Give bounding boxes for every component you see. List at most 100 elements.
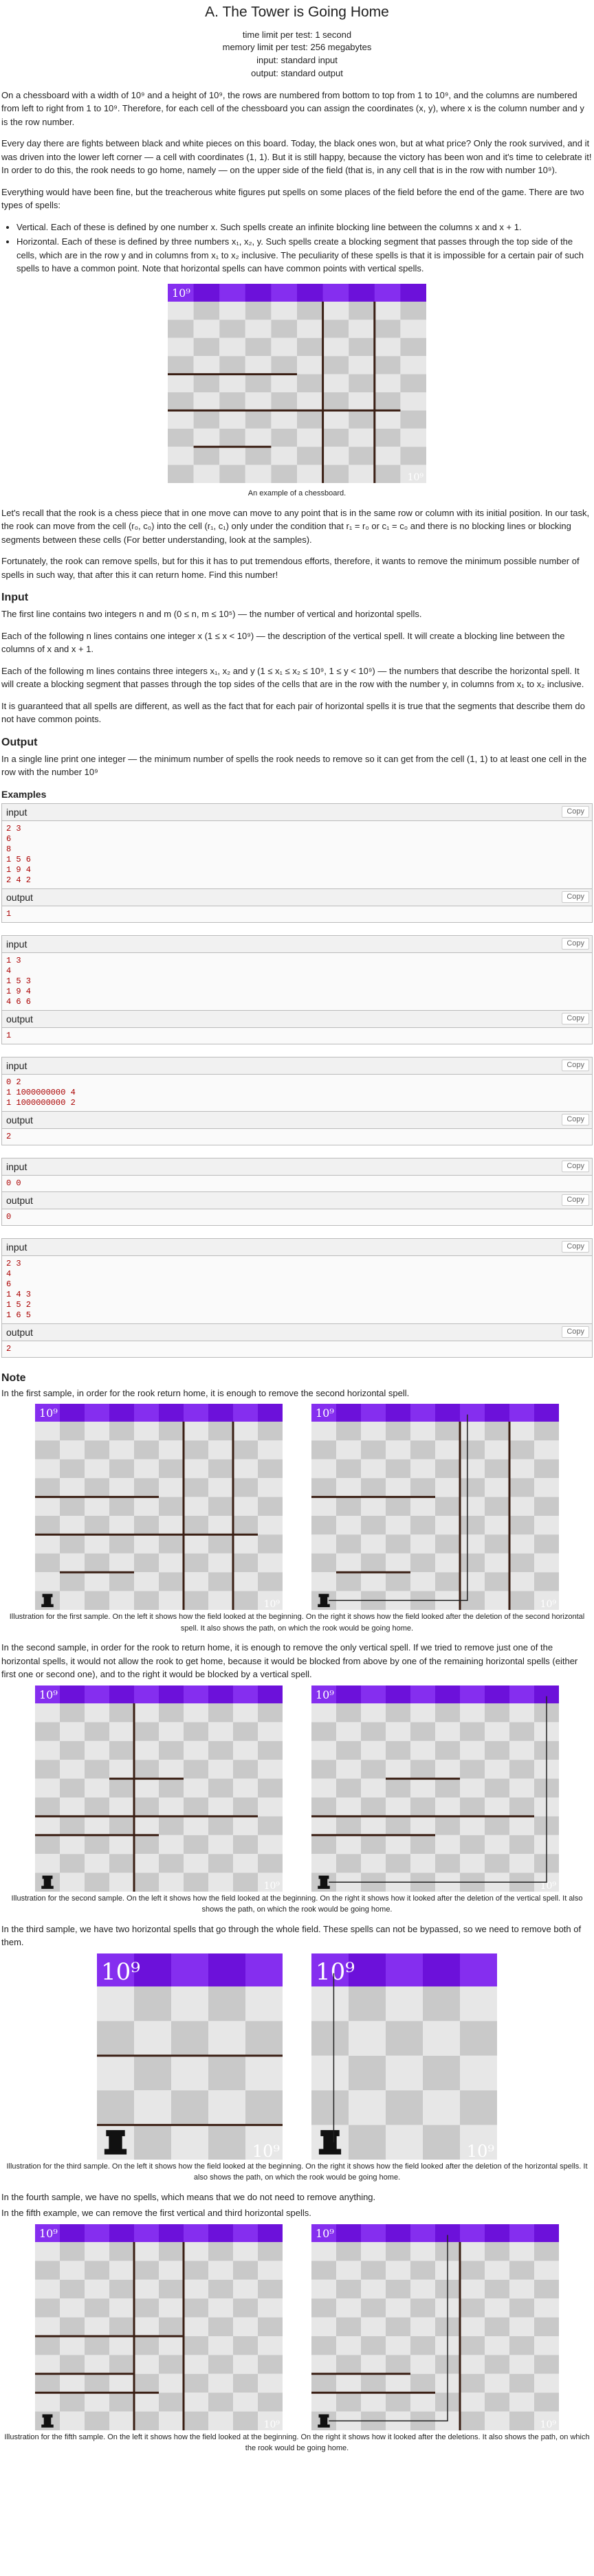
copy-button[interactable]: Copy xyxy=(562,1160,589,1172)
board-cell xyxy=(60,1591,85,1611)
example-output[interactable]: 2 xyxy=(2,1341,592,1357)
example-output[interactable]: 0 xyxy=(2,1209,592,1225)
copy-button[interactable]: Copy xyxy=(562,805,589,818)
board-cell xyxy=(233,2411,258,2430)
board-cell xyxy=(245,337,272,357)
board-cell xyxy=(233,2317,258,2336)
rook-top xyxy=(318,1594,329,1598)
rook-top xyxy=(318,2414,329,2418)
board-cell xyxy=(400,392,426,411)
statement-p3: Everything would have been fine, but the… xyxy=(1,186,584,211)
copy-button[interactable]: Copy xyxy=(562,1240,589,1253)
board-cell xyxy=(109,1440,134,1460)
board-cell xyxy=(35,1797,60,1817)
copy-button[interactable]: Copy xyxy=(562,1059,589,1071)
example-output[interactable]: 2 xyxy=(2,1128,592,1145)
board-cell xyxy=(35,2355,60,2374)
input-file: input: standard input xyxy=(256,55,338,66)
board-cell xyxy=(193,337,220,357)
board-cell xyxy=(361,2241,386,2261)
board-top-cell xyxy=(509,2224,534,2242)
board-cell xyxy=(109,2298,134,2318)
board-cell xyxy=(485,1554,509,1573)
copy-button[interactable]: Copy xyxy=(562,1012,589,1024)
board-cell xyxy=(233,1572,258,1591)
board-top-cell xyxy=(374,283,401,302)
sample5-board-after: 10⁹ 10⁹ xyxy=(311,2224,559,2430)
board-cell xyxy=(35,1497,60,1516)
board-cell xyxy=(208,1703,233,1723)
board-cell xyxy=(134,2021,171,2056)
board-cell xyxy=(134,2317,159,2336)
board-cell xyxy=(485,1591,509,1611)
board-cell xyxy=(159,1740,184,1760)
board-cell xyxy=(134,1534,159,1554)
board-top-cell xyxy=(361,1685,386,1703)
board-cell xyxy=(410,1572,435,1591)
board-cell xyxy=(208,2055,245,2091)
example-input[interactable]: 2 3 6 8 1 5 6 1 9 4 2 4 2 xyxy=(2,820,592,889)
board-cell xyxy=(271,410,297,429)
example-input-header: input Copy xyxy=(2,803,592,821)
board-cell xyxy=(311,1854,336,1873)
board-cell xyxy=(35,2261,60,2280)
board-cell xyxy=(60,2393,85,2412)
board-cell xyxy=(534,2261,559,2280)
board-cell xyxy=(233,1778,258,1797)
board-cell xyxy=(374,464,401,483)
copy-button[interactable]: Copy xyxy=(562,937,589,950)
board-cell xyxy=(134,2393,159,2412)
board-cell xyxy=(460,1497,485,1516)
board-cell xyxy=(208,2090,245,2125)
board-cell xyxy=(168,464,194,483)
board-cell xyxy=(534,1459,559,1479)
example-input[interactable]: 0 0 xyxy=(2,1175,592,1192)
board-cell xyxy=(60,2355,85,2374)
board-cell xyxy=(509,2279,534,2299)
board-cell xyxy=(35,1440,60,1460)
board-cell xyxy=(509,1760,534,1779)
board-top-cell xyxy=(109,1404,134,1422)
copy-button[interactable]: Copy xyxy=(562,1194,589,1206)
board-cell xyxy=(168,337,194,357)
example-input[interactable]: 0 2 1 1000000000 4 1 1000000000 2 xyxy=(2,1074,592,1112)
board-cell xyxy=(233,1797,258,1817)
rook-top xyxy=(42,1875,53,1879)
board-cell xyxy=(258,2317,283,2336)
example-output[interactable]: 1 xyxy=(2,1027,592,1044)
board-top-cell xyxy=(159,1404,184,1422)
board-cell xyxy=(60,1797,85,1817)
board-cell xyxy=(233,1459,258,1479)
copy-button[interactable]: Copy xyxy=(562,1325,589,1338)
board-cell xyxy=(134,1478,159,1497)
board-cell xyxy=(386,2241,410,2261)
example-input[interactable]: 2 3 4 6 1 4 3 1 5 2 1 6 5 xyxy=(2,1255,592,1324)
board-top-label: 10⁹ xyxy=(39,1688,58,1701)
example-output-header: output Copy xyxy=(2,888,592,906)
board-cell xyxy=(85,1835,109,1855)
board-cell xyxy=(509,2393,534,2412)
board-cell xyxy=(509,1422,534,1441)
board-cell xyxy=(258,1497,283,1516)
example-input[interactable]: 1 3 4 1 5 3 1 9 4 4 6 6 xyxy=(2,952,592,1011)
board-cell xyxy=(386,1854,410,1873)
copy-button[interactable]: Copy xyxy=(562,1113,589,1125)
board-cell xyxy=(361,1816,386,1835)
board-cell xyxy=(85,2336,109,2355)
board-cell xyxy=(35,1722,60,1741)
board-top-cell xyxy=(509,1404,534,1422)
sample2-illustrations: 10⁹ 10⁹ 10⁹ 10⁹ xyxy=(1,1685,593,1892)
board-cell xyxy=(134,1872,159,1892)
board-cell xyxy=(349,392,375,411)
board-cell xyxy=(35,2279,60,2299)
example-output[interactable]: 1 xyxy=(2,906,592,922)
board-cell xyxy=(258,1797,283,1817)
board-cell xyxy=(534,1572,559,1591)
board-cell xyxy=(159,2298,184,2318)
board-cell xyxy=(297,356,323,374)
board-cell xyxy=(410,2393,435,2412)
board-cell xyxy=(311,2298,336,2318)
board-cell xyxy=(485,1740,509,1760)
board-cell xyxy=(35,2336,60,2355)
copy-button[interactable]: Copy xyxy=(562,891,589,903)
